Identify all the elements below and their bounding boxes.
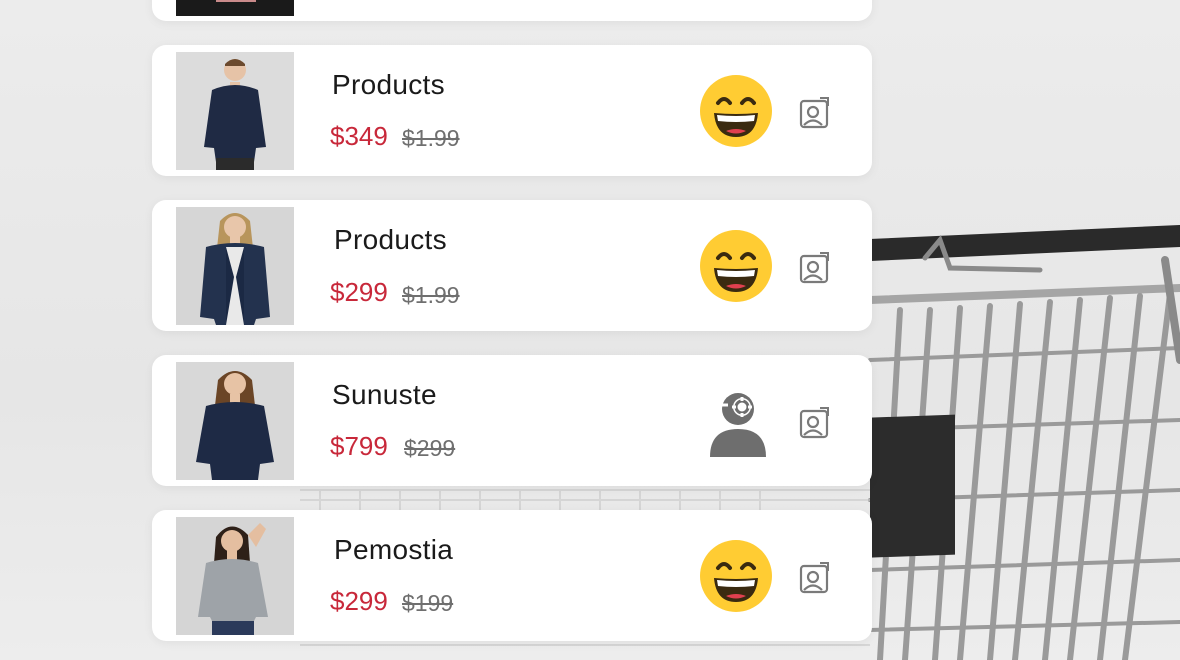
contact-card-icon[interactable]	[798, 95, 832, 129]
contact-card-icon[interactable]	[798, 250, 832, 284]
contact-card-icon[interactable]	[798, 405, 832, 439]
product-old-price: $1.99	[402, 125, 460, 151]
product-card-partial	[152, 0, 872, 21]
product-old-price: $1.99	[402, 282, 460, 308]
product-price: $299	[330, 277, 388, 307]
product-name: Products	[332, 69, 445, 100]
product-old-price: $299	[404, 435, 456, 461]
product-old-price: $199	[402, 590, 454, 616]
product-image[interactable]	[176, 362, 294, 480]
product-card[interactable]: Products $299 $1.99	[152, 200, 872, 331]
product-image[interactable]	[176, 52, 294, 170]
product-image	[176, 0, 294, 16]
contact-card-icon[interactable]	[798, 560, 832, 594]
product-image[interactable]	[176, 207, 294, 325]
grinning-face-icon	[700, 230, 772, 302]
product-price: $349	[330, 121, 388, 151]
product-name: Sunuste	[332, 379, 437, 410]
product-card[interactable]: Products $349 $1.99	[152, 45, 872, 176]
grinning-face-icon	[700, 540, 772, 612]
product-price: $299	[330, 586, 388, 616]
person-gear-icon	[710, 393, 766, 457]
product-card[interactable]: Sunuste $799 $299	[152, 355, 872, 486]
product-card[interactable]: Pemostia $299 $199	[152, 510, 872, 641]
product-price: $799	[330, 431, 388, 461]
grinning-face-icon	[700, 75, 772, 147]
product-image[interactable]	[176, 517, 294, 635]
product-name: Products	[334, 224, 447, 255]
product-name: Pemostia	[334, 534, 454, 565]
